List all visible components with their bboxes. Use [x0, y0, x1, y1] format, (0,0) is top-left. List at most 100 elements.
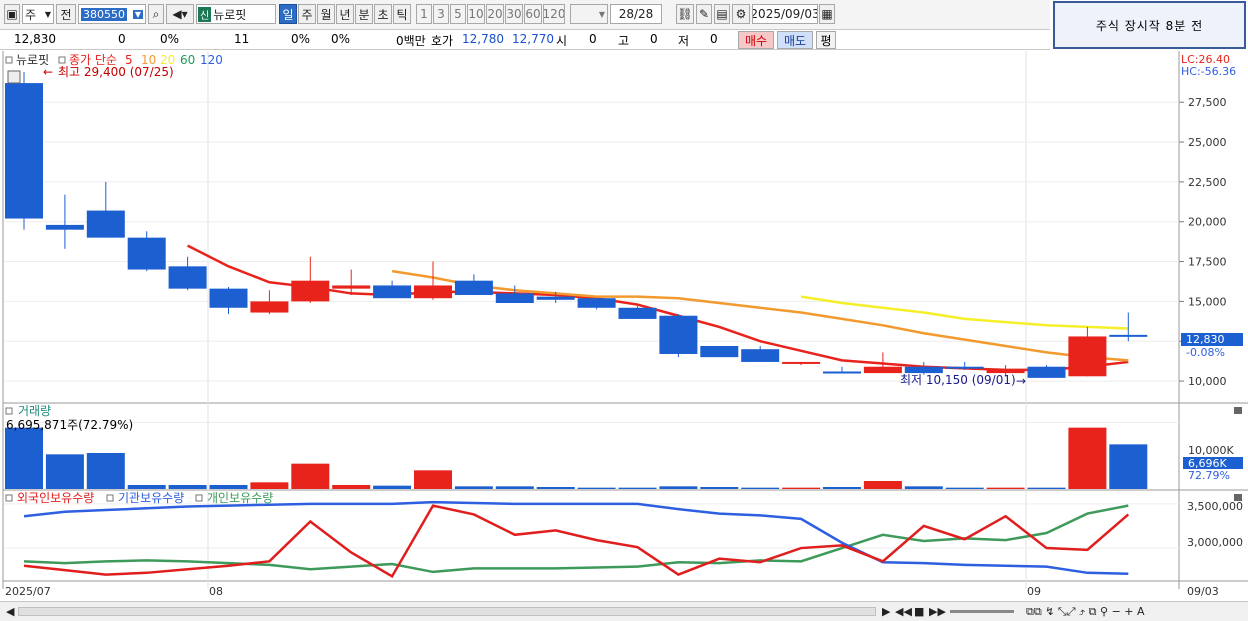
scrollbar-track[interactable]	[18, 607, 876, 616]
volume-bar-9	[373, 485, 412, 489]
low-label: 저	[678, 34, 690, 48]
scroll-right-icon[interactable]: ▶	[882, 605, 890, 618]
candle-body-17	[700, 346, 739, 358]
draw-icon[interactable]: ✎	[696, 4, 712, 24]
y-tick-17500: 17,500	[1188, 256, 1227, 269]
flow-menu-icon[interactable]	[5, 494, 13, 502]
y-tick-25000: 25,000	[1188, 136, 1227, 149]
volume-bar-18	[741, 487, 780, 489]
buy-button[interactable]: 매수	[738, 31, 774, 49]
table-icon[interactable]	[7, 70, 21, 84]
volume-bar-21	[863, 481, 902, 489]
stock-code-input[interactable]: 380550 ▼	[78, 4, 146, 24]
toolbar: ▣ 주 ▼ 전 380550 ▼ ⌕ ◀▾ 신 뉴로핏 ▼ 28/28 ⛓ ✎ ▤ ⚙…	[0, 0, 1050, 30]
candle-body-7	[291, 280, 330, 302]
stock-name: 뉴로핏	[213, 7, 247, 22]
interval-button-10[interactable]: 10	[467, 4, 485, 24]
sell-button[interactable]: 매도	[777, 31, 813, 49]
gear-icon[interactable]: ⚙	[732, 4, 750, 24]
scroll-left-icon[interactable]: ◀	[6, 605, 14, 618]
prev-button[interactable]: 전	[56, 4, 76, 24]
ma-menu-icon[interactable]	[58, 56, 66, 64]
market-notice-text: 주식 장시작 8분 전	[1095, 18, 1204, 33]
candle-body-16	[659, 315, 698, 354]
forward-icon[interactable]: ▶▶	[929, 605, 946, 618]
interval-button-3[interactable]: 3	[433, 4, 449, 24]
volume-tick: 10,000K	[1188, 444, 1234, 457]
panel-menu-icon[interactable]	[5, 56, 13, 64]
flow-menu-icon-3[interactable]	[195, 494, 203, 502]
interval-button-5[interactable]: 5	[450, 4, 466, 24]
candle-body-19	[782, 361, 821, 364]
flow-menu-icon-2[interactable]	[106, 494, 114, 502]
ask-price: 12,780	[462, 32, 504, 46]
tool-icons[interactable]: ⧉⧉ ↯ ⤡⤢ ⤴ ⧉ ⚲ − + A	[1026, 605, 1145, 619]
high-value: 0	[650, 32, 658, 46]
volume-bar-27	[1109, 444, 1148, 489]
interval-button-30[interactable]: 30	[505, 4, 523, 24]
search-icon[interactable]: ⌕	[148, 4, 164, 24]
interval-button-20[interactable]: 20	[486, 4, 504, 24]
volume-bar-8	[332, 485, 371, 489]
interval-button-60[interactable]: 60	[524, 4, 542, 24]
flow-tick-1: 3,500,000	[1187, 500, 1243, 513]
candle-body-20	[823, 371, 861, 374]
legend-foreign: 외국인보유수량	[17, 491, 94, 505]
chart-area[interactable]: 뉴로핏 종가 단순 5 10 20 60 120 ← 최고 29,400 (07…	[0, 51, 1248, 601]
layout-icon[interactable]: ▣	[4, 4, 20, 24]
volume-bar-16	[659, 486, 698, 489]
stock-name-field[interactable]: 신 뉴로핏	[196, 4, 276, 24]
stop-icon[interactable]: ■	[914, 605, 924, 618]
volume-bar-12	[495, 486, 534, 489]
volume-menu-icon[interactable]	[5, 407, 13, 415]
sound-icon[interactable]: ◀▾	[166, 4, 194, 24]
interval-input[interactable]: ▼	[570, 4, 608, 24]
chart-svg[interactable]: 뉴로핏 종가 단순 5 10 20 60 120 ← 최고 29,400 (07…	[0, 51, 1248, 601]
zoom-slider[interactable]	[950, 610, 1014, 613]
period-tab-5[interactable]: 초	[374, 4, 392, 24]
rewind-icon[interactable]: ◀◀	[895, 605, 912, 618]
volume-bar-25	[1027, 487, 1066, 489]
market-select[interactable]: 주 ▼	[22, 4, 54, 24]
legend-ma-60: 60	[180, 53, 195, 67]
period-tab-0[interactable]: 일	[279, 4, 297, 24]
y-tick-22500: 22,500	[1188, 176, 1227, 189]
candle-body-0	[5, 83, 43, 219]
volume-bar-10	[414, 470, 452, 489]
calendar-icon[interactable]: ▦	[819, 4, 835, 24]
period-tab-2[interactable]: 월	[317, 4, 335, 24]
count-value: 28	[618, 7, 634, 21]
legend-institution: 기관보유수량	[118, 491, 184, 505]
volume-bar-26	[1068, 427, 1107, 489]
volume-bar-20	[823, 487, 861, 489]
candle-body-5	[209, 288, 248, 308]
volume-bar-5	[209, 485, 248, 489]
candle-body-4	[168, 266, 207, 289]
low-annotation: 최저 10,150 (09/01)	[900, 373, 1016, 387]
period-tab-3[interactable]: 년	[336, 4, 354, 24]
x-label-09: 09	[1027, 585, 1041, 598]
candle-body-13	[536, 296, 575, 300]
interval-button-120[interactable]: 120	[543, 4, 565, 24]
volume-bar-14	[577, 487, 616, 489]
period-tab-6[interactable]: 틱	[393, 4, 411, 24]
avg-button[interactable]: 평	[816, 31, 836, 49]
link-icon[interactable]: ⛓	[676, 4, 694, 24]
chevron-down-icon: ▼	[132, 9, 143, 19]
high-label: 고	[618, 34, 630, 48]
price-change-pct: 0%	[160, 32, 180, 46]
date-input[interactable]: 2025/09/03	[752, 4, 818, 24]
volume-bar-4	[168, 485, 207, 489]
count-field[interactable]: 28/28	[610, 4, 662, 24]
volume-bar-1	[45, 454, 84, 489]
open-label: 시	[556, 34, 568, 48]
volume-bar-2	[86, 453, 125, 489]
period-tab-4[interactable]: 분	[355, 4, 373, 24]
volume-bar-3	[127, 485, 166, 489]
volume-bar-6	[250, 482, 289, 489]
save-icon[interactable]: ▤	[714, 4, 730, 24]
interval-button-1[interactable]: 1	[416, 4, 432, 24]
volume-close-icon[interactable]	[1234, 407, 1242, 414]
trade-amount: 0백만	[396, 34, 426, 48]
period-tab-1[interactable]: 주	[298, 4, 316, 24]
